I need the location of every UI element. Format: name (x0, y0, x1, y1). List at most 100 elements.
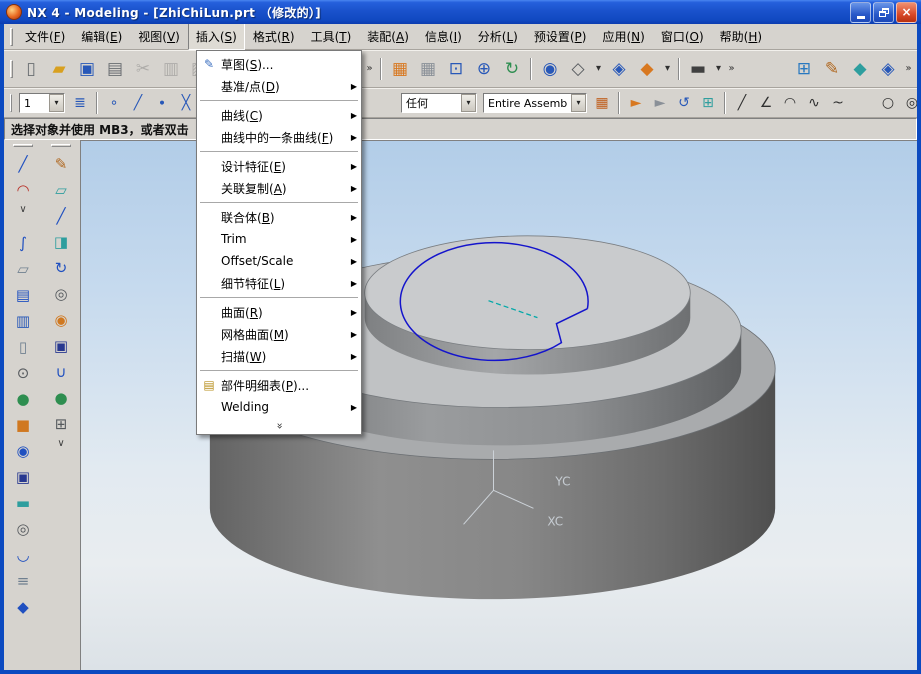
toolbar-overflow2-icon[interactable]: » (725, 55, 738, 83)
selection-scope-combo[interactable]: Entire Assemb ▾ (483, 93, 587, 113)
bound-book-icon[interactable]: ▥ (10, 308, 36, 334)
thread-icon[interactable]: ≡ (10, 568, 36, 594)
menubar-item[interactable]: 插入(S) (188, 23, 245, 50)
instance-array-icon[interactable]: ⊞ (48, 411, 74, 437)
studio-spline-icon[interactable]: ∫ (10, 230, 36, 256)
view-caret-icon[interactable]: ▾ (661, 55, 674, 83)
profile-icon[interactable]: ▱ (10, 256, 36, 282)
insert-menu-item[interactable]: Offset/Scale▶ (197, 250, 361, 272)
menubar-item[interactable]: 窗口(O) (653, 23, 712, 50)
sphere-icon[interactable]: ● (10, 386, 36, 412)
pocket-icon[interactable]: ▣ (10, 464, 36, 490)
menubar-item[interactable]: 工具(T) (303, 23, 360, 50)
menubar-item[interactable]: 文件(F) (17, 23, 73, 50)
snap-end-point-icon[interactable]: ╱ (126, 91, 150, 115)
pocket-icon[interactable]: ▣ (48, 333, 74, 359)
collapse-chevron-icon[interactable]: ∨ (48, 437, 74, 450)
insert-menu-item[interactable]: 扫描(W)▶ (197, 345, 361, 367)
menubar-item[interactable]: 视图(V) (130, 23, 188, 50)
insert-menu-item[interactable]: 关联复制(A)▶ (197, 177, 361, 199)
pad-icon[interactable]: ▬ (10, 490, 36, 516)
menubar-item[interactable]: 信息(I) (417, 23, 470, 50)
layer-combo[interactable]: 1 ▾ (19, 93, 65, 113)
insert-menu-item[interactable]: 曲面(R)▶ (197, 301, 361, 323)
groove-icon[interactable]: ◡ (10, 542, 36, 568)
insert-menu-item[interactable]: 基准/点(D)▶ (197, 75, 361, 97)
insert-menu-item[interactable]: 细节特征(L)▶ (197, 272, 361, 294)
menu-expand-chevron-icon[interactable]: » (197, 418, 361, 432)
toolbar-overflow3-icon[interactable]: » (902, 55, 915, 83)
insert-menu-item[interactable]: ✎草图(S)... (197, 53, 361, 75)
snap-intersection-icon[interactable]: ╳ (174, 91, 198, 115)
zoom-window-icon[interactable]: ▦ (414, 55, 442, 83)
menubar-item[interactable]: 应用(N) (594, 23, 652, 50)
toolbar-overflow-icon[interactable]: » (363, 55, 376, 83)
model-top-cylinder[interactable] (365, 236, 691, 375)
hole-icon[interactable]: ◎ (10, 516, 36, 542)
toolbar-grip[interactable] (51, 144, 71, 147)
block-icon[interactable]: ■ (10, 412, 36, 438)
polyline-tool-icon[interactable]: ∠ (754, 91, 778, 115)
isometric-view-icon[interactable]: ◈ (605, 55, 633, 83)
shaded-display-icon[interactable]: ◉ (536, 55, 564, 83)
datum-axis-icon[interactable]: ╱ (48, 203, 74, 229)
datum-plane-icon[interactable]: ▱ (48, 177, 74, 203)
ellipse-tool-icon[interactable]: ◎ (900, 91, 917, 115)
menubar-item[interactable]: 编辑(E) (73, 23, 130, 50)
dropdown-arrow-icon[interactable]: ▾ (571, 94, 586, 112)
menubar-item[interactable]: 分析(L) (470, 23, 526, 50)
conic-tool-icon[interactable]: ∿ (802, 91, 826, 115)
trimetric-view-icon[interactable]: ◆ (633, 55, 661, 83)
menubar-item[interactable]: 帮助(H) (712, 23, 770, 50)
snap-mid-point-icon[interactable]: ∙ (150, 91, 174, 115)
copy-icon[interactable]: ▥ (157, 55, 185, 83)
insert-menu-item[interactable]: 曲线(C)▶ (197, 104, 361, 126)
insert-menu-item[interactable]: 曲线中的一条曲线(F)▶ (197, 126, 361, 148)
snap-point-icon[interactable]: ∘ (102, 91, 126, 115)
tool-palette-icon[interactable]: ✎ (818, 55, 846, 83)
sheet-icon[interactable]: ▯ (10, 334, 36, 360)
insert-menu-item[interactable]: Welding▶ (197, 396, 361, 418)
print-icon[interactable]: ▤ (101, 55, 129, 83)
toolbar-grip[interactable] (10, 60, 13, 78)
menubar-item[interactable]: 装配(A) (359, 23, 417, 50)
rotate-view-icon[interactable]: ↻ (498, 55, 526, 83)
insert-menu-item[interactable]: 网格曲面(M)▶ (197, 323, 361, 345)
selection-filter-combo[interactable]: 任何 ▾ (401, 93, 477, 113)
feature-icon[interactable]: ◆ (10, 594, 36, 620)
model-navigator-icon[interactable]: ◆ (846, 55, 874, 83)
toolbar-grip[interactable] (10, 28, 13, 46)
dropdown-arrow-icon[interactable]: ▾ (49, 94, 64, 112)
sphere-icon[interactable]: ● (48, 385, 74, 411)
open-book-icon[interactable]: ▤ (10, 282, 36, 308)
open-file-icon[interactable]: ▰ (45, 55, 73, 83)
boss-icon[interactable]: ◉ (10, 438, 36, 464)
arc-icon[interactable]: ◠ (10, 177, 36, 203)
wireframe-display-icon[interactable]: ◇ (564, 55, 592, 83)
close-button[interactable]: × (896, 2, 917, 23)
color-filter-icon[interactable]: ▦ (590, 91, 614, 115)
insert-menu-item[interactable]: ▤部件明细表(P)... (197, 374, 361, 396)
menubar-item[interactable]: 预设置(P) (526, 23, 595, 50)
revolve-icon[interactable]: ↻ (48, 255, 74, 281)
line-width-caret-icon[interactable]: ▾ (712, 55, 725, 83)
unite-icon[interactable]: ∪ (48, 359, 74, 385)
circle-tool-icon[interactable]: ○ (876, 91, 900, 115)
magnify-region-icon[interactable]: ⊡ (442, 55, 470, 83)
display-mode-caret-icon[interactable]: ▾ (592, 55, 605, 83)
interpart-link-icon[interactable]: ⊞ (696, 91, 720, 115)
zoom-in-icon[interactable]: ⊕ (470, 55, 498, 83)
line-tool-icon[interactable]: ╱ (730, 91, 754, 115)
toolbar-grip[interactable] (10, 94, 12, 112)
extrude-icon[interactable]: ◨ (48, 229, 74, 255)
new-file-icon[interactable]: ▯ (17, 55, 45, 83)
fit-view-icon[interactable]: ▦ (386, 55, 414, 83)
cut-icon[interactable]: ✂ (129, 55, 157, 83)
line-width-icon[interactable]: ▬ (684, 55, 712, 83)
invert-selection-icon[interactable]: ► (648, 91, 672, 115)
spline-tool-icon[interactable]: ~ (826, 91, 850, 115)
more-tools-chevron-icon[interactable]: ∨ (10, 203, 36, 216)
layer-category-icon[interactable]: ≣ (68, 91, 92, 115)
save-icon[interactable]: ▣ (73, 55, 101, 83)
undo-icon[interactable]: ↺ (672, 91, 696, 115)
